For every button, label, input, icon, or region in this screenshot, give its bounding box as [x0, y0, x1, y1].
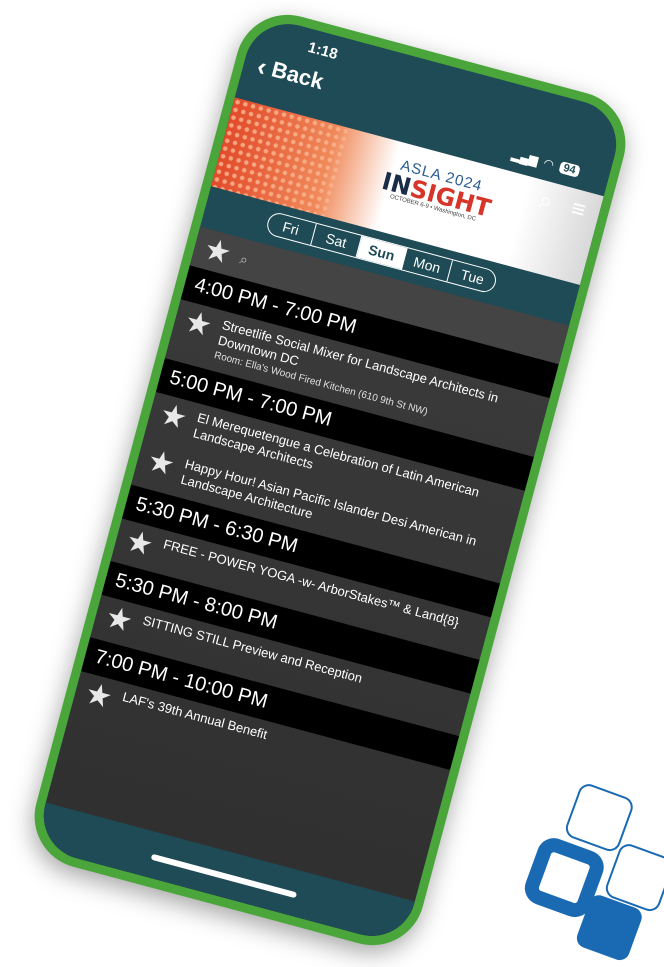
- search-icon[interactable]: ⌕: [536, 186, 556, 217]
- status-time: 1:18: [306, 38, 340, 64]
- conference-logo: ASLA 2024 INSIGHT OCTOBER 6-9 • Washingt…: [360, 150, 512, 248]
- logo-square-solid-1: [524, 838, 604, 918]
- tab-day-mon[interactable]: Mon: [401, 248, 454, 282]
- chevron-left-icon: ‹: [254, 50, 271, 82]
- favorite-star-icon[interactable]: ★: [143, 444, 179, 485]
- stage: 1:18 ▂▄▆ ◠ 94 ‹ Back ASLA 2024 INSIGHT O…: [0, 0, 664, 967]
- favorites-filter-star-icon[interactable]: ★: [200, 232, 235, 271]
- favorite-star-icon[interactable]: ★: [156, 397, 191, 438]
- tab-day-sat[interactable]: Sat: [311, 223, 363, 258]
- favorite-star-icon[interactable]: ★: [177, 305, 216, 358]
- favorite-star-icon[interactable]: ★: [122, 524, 157, 563]
- banner-pattern: [210, 97, 351, 218]
- tab-day-fri[interactable]: Fri: [265, 211, 317, 246]
- battery-indicator: 94: [558, 160, 581, 178]
- tab-day-sun[interactable]: Sun: [356, 236, 408, 270]
- favorite-star-icon[interactable]: ★: [81, 677, 116, 716]
- corner-logo-mark: [524, 784, 664, 961]
- signal-icon: ▂▄▆: [510, 147, 540, 168]
- wifi-icon: ◠: [541, 155, 556, 172]
- search-field-icon[interactable]: ⌕: [238, 250, 250, 268]
- logo-square-outline-1: [565, 784, 633, 852]
- event-groups: 4:00 PM - 7:00 PM ★ Streetlife Social Mixe…: [70, 265, 559, 812]
- tab-day-tue[interactable]: Tue: [447, 260, 497, 293]
- favorite-star-icon[interactable]: ★: [102, 600, 137, 639]
